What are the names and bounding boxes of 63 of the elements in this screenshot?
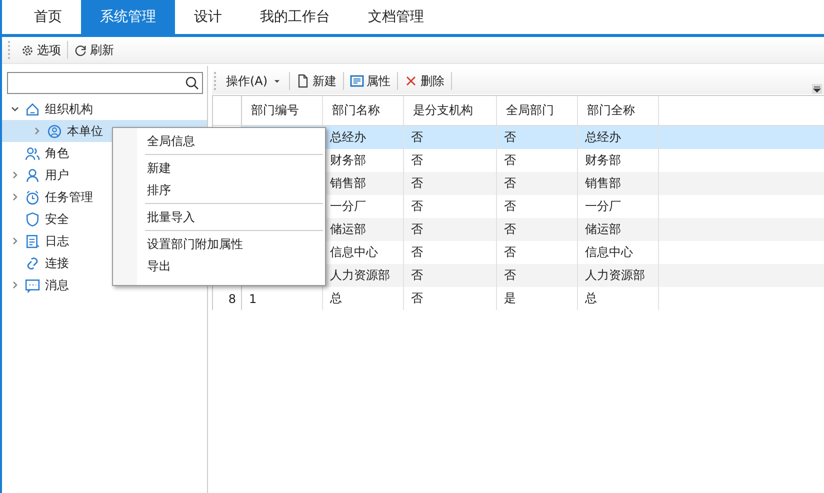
search-field[interactable] <box>7 72 203 94</box>
tab[interactable]: 我的工作台 <box>241 0 349 34</box>
menu-item[interactable]: 导出 <box>113 255 171 277</box>
table-cell: 否 <box>404 126 497 149</box>
menu-item[interactable]: 设置部门附加属性 <box>113 233 243 255</box>
toolbar-button[interactable]: 新建 <box>292 70 341 92</box>
search-icon <box>185 76 199 90</box>
page-icon <box>296 74 310 88</box>
menu-item[interactable]: 新建 <box>113 157 171 179</box>
table-cell: 销售部 <box>578 172 659 195</box>
people-icon <box>25 146 40 160</box>
menu-item[interactable]: 排序 <box>113 179 171 201</box>
toolbar-button[interactable]: 刷新 <box>70 40 118 60</box>
table-cell: 否 <box>497 126 578 149</box>
delete-icon <box>404 74 418 88</box>
toolbar-button[interactable]: 属性 <box>346 70 395 92</box>
alarm-clock-icon <box>25 190 40 204</box>
table-cell: 否 <box>497 172 578 195</box>
gear-icon <box>21 44 34 56</box>
menu-item[interactable]: 批量导入 <box>113 206 195 228</box>
tab[interactable]: 设计 <box>175 0 241 34</box>
tree-item[interactable]: 组织机构 <box>2 98 207 120</box>
table-cell: 总 <box>323 287 404 310</box>
column-header[interactable]: 部门编号 <box>242 96 323 125</box>
tab[interactable]: 系统管理 <box>81 0 175 34</box>
refresh-icon <box>74 44 87 56</box>
column-header[interactable]: 是分支机构 <box>404 96 497 125</box>
table-cell: 否 <box>404 172 497 195</box>
column-header[interactable]: 全局部门 <box>497 96 578 125</box>
tree-item[interactable]: 消息 <box>2 274 207 296</box>
user-circle-icon <box>47 124 62 138</box>
chevron-right-icon[interactable] <box>10 192 20 202</box>
person-icon <box>25 168 40 182</box>
column-header[interactable]: 部门名称 <box>323 96 404 125</box>
table-cell: 人力资源部 <box>578 264 659 287</box>
chevron-right-icon[interactable] <box>10 170 20 180</box>
table-cell: 否 <box>404 264 497 287</box>
chevron-right-icon[interactable] <box>32 126 42 136</box>
table-cell: 1 <box>242 287 323 310</box>
overflow-icon[interactable] <box>812 84 822 94</box>
chevron-right-icon[interactable] <box>10 280 20 290</box>
document-icon <box>25 234 40 248</box>
table-cell: 否 <box>404 218 497 241</box>
toolbar-button[interactable]: 删除 <box>400 70 449 92</box>
table-cell: 是 <box>497 287 578 310</box>
toolbar-button[interactable]: 选项 <box>17 40 65 60</box>
shield-icon <box>25 212 40 226</box>
table-cell: 否 <box>497 218 578 241</box>
table-cell: 否 <box>497 264 578 287</box>
table-cell: 否 <box>404 287 497 310</box>
table-cell: 总 <box>578 287 659 310</box>
table-cell: 储运部 <box>578 218 659 241</box>
card-icon <box>350 74 364 88</box>
tab[interactable]: 文档管理 <box>349 0 443 34</box>
table-cell: 总经办 <box>578 126 659 149</box>
chevron-right-icon[interactable] <box>10 236 20 246</box>
column-header[interactable]: 部门全称 <box>578 96 659 125</box>
chat-icon <box>25 278 40 292</box>
house-icon <box>25 102 40 116</box>
tab[interactable]: 首页 <box>15 0 81 34</box>
dropdown-button[interactable]: 操作(A) <box>222 70 287 92</box>
chevron-down-icon[interactable] <box>10 104 20 114</box>
link-icon <box>25 256 40 270</box>
